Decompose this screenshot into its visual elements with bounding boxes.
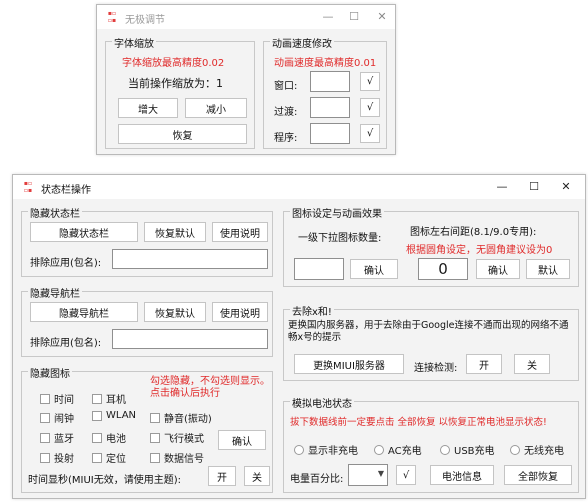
hide-icons-group: 隐藏图标 勾选隐藏，不勾选则显示。点击确认后执行 时间 耳机 闹钟 WLAN 静… (21, 365, 273, 493)
battery-percent-select[interactable]: ▼ (348, 464, 388, 486)
navbar-exclude-input[interactable] (112, 329, 268, 349)
detect-on-button[interactable]: 开 (466, 354, 502, 374)
checkbox-data-signal[interactable]: 数据信号 (150, 450, 204, 465)
close-button[interactable]: ✕ (365, 5, 399, 29)
group-label: 隐藏导航栏 (28, 285, 82, 300)
icon-spacing-confirm-button[interactable]: 确认 (476, 259, 520, 279)
icon-spacing-default-button[interactable]: 默认 (526, 259, 570, 279)
increase-button[interactable]: 增大 (118, 98, 178, 118)
group-label: 动画速度修改 (270, 35, 334, 50)
icon-spacing-input[interactable]: 0 (418, 258, 468, 280)
group-label: 隐藏图标 (28, 365, 72, 380)
statusbar-exclude-input[interactable] (112, 249, 268, 269)
hide-icons-confirm-button[interactable]: 确认 (218, 430, 266, 450)
battery-info-button[interactable]: 电池信息 (430, 465, 494, 485)
navbar-exclude-label: 排除应用(包名): (30, 338, 102, 349)
detect-off-button[interactable]: 关 (514, 354, 550, 374)
maximize-button[interactable]: ☐ (517, 175, 551, 199)
hide-statusbar-button[interactable]: 隐藏状态栏 (30, 222, 138, 242)
battery-percent-confirm-button[interactable]: √ (396, 465, 416, 485)
chevron-down-icon: ▼ (377, 469, 384, 478)
hide-statusbar-group: 隐藏状态栏 隐藏状态栏 恢复默认 使用说明 排除应用(包名): (21, 205, 273, 277)
checkbox-bluetooth[interactable]: 蓝牙 (40, 430, 74, 445)
transition-anim-label: 过渡: (274, 107, 298, 118)
title-bar[interactable]: ▪▫ ▫▪ 状态栏操作 — ☐ ✕ (13, 175, 585, 199)
radio-ac-charging[interactable]: AC充电 (374, 442, 422, 457)
seconds-off-button[interactable]: 关 (244, 466, 270, 486)
program-anim-confirm-button[interactable]: √ (360, 124, 380, 143)
navbar-restore-default-button[interactable]: 恢复默认 (144, 302, 206, 322)
window-anim-input[interactable] (310, 71, 350, 92)
checkbox-alarm[interactable]: 闹钟 (40, 410, 74, 425)
dropdown-icon-count-input[interactable] (294, 258, 344, 280)
radio-not-charging[interactable]: 显示非充电 (294, 442, 358, 457)
radio-wireless-charging[interactable]: 无线充电 (510, 442, 564, 457)
transition-anim-input[interactable] (310, 97, 350, 118)
window-anim-label: 窗口: (274, 81, 298, 92)
hide-navbar-button[interactable]: 隐藏导航栏 (30, 302, 138, 322)
remove-x-description: 更换国内服务器，用于去除由于Google连接不通而出现的网络不通畅x号的提示 (288, 320, 569, 343)
program-anim-label: 程序: (274, 133, 298, 144)
battery-note: 拔下数据线前一定要点击 全部恢复 以恢复正常电池显示状态! (290, 417, 547, 428)
window-statusbar-ops: ▪▫ ▫▪ 状态栏操作 — ☐ ✕ 隐藏状态栏 隐藏状态栏 恢复默认 使用说明 排… (12, 174, 586, 499)
window-anim-confirm-button[interactable]: √ (360, 72, 380, 91)
simulate-battery-group: 模拟电池状态 拔下数据线前一定要点击 全部恢复 以恢复正常电池显示状态! 显示非… (283, 395, 579, 493)
remove-x-group: 去除x和! 更换国内服务器，用于去除由于Google连接不通而出现的网络不通畅x… (283, 303, 579, 381)
font-scale-group: 字体缩放 字体缩放最高精度0.02 当前操作缩放为：1 增大 减小 恢复 (105, 35, 255, 149)
hide-icons-note: 勾选隐藏，不勾选则显示。点击确认后执行 (150, 376, 270, 399)
restore-button[interactable]: 恢复 (118, 124, 247, 144)
minimize-button[interactable]: — (485, 175, 519, 199)
statusbar-help-button[interactable]: 使用说明 (212, 222, 268, 242)
group-label: 去除x和! (290, 303, 334, 318)
current-scale-text: 当前操作缩放为：1 (128, 77, 223, 90)
title-bar[interactable]: ▪▫ ▫▪ 无极调节 — ☐ ✕ (97, 5, 395, 29)
group-label: 字体缩放 (112, 35, 156, 50)
font-precision-note: 字体缩放最高精度0.02 (122, 58, 225, 69)
icon-spacing-note: 根据圆角设定，无圆角建议设为0 (406, 245, 553, 256)
battery-percent-label: 电量百分比: (290, 474, 344, 485)
app-logo-icon: ▪▫ ▫▪ (107, 10, 117, 24)
hide-navbar-group: 隐藏导航栏 隐藏导航栏 恢复默认 使用说明 排除应用(包名): (21, 285, 273, 357)
checkbox-location[interactable]: 定位 (92, 450, 126, 465)
window-title: 无极调节 (125, 15, 165, 26)
group-label: 模拟电池状态 (290, 395, 354, 410)
checkbox-mute[interactable]: 静音(振动) (150, 410, 212, 425)
program-anim-input[interactable] (310, 123, 350, 144)
checkbox-time[interactable]: 时间 (40, 391, 74, 406)
app-logo-icon: ▪▫ ▫▪ (23, 180, 33, 194)
battery-restore-all-button[interactable]: 全部恢复 (504, 465, 572, 485)
transition-anim-confirm-button[interactable]: √ (360, 98, 380, 117)
statusbar-restore-default-button[interactable]: 恢复默认 (144, 222, 206, 242)
seconds-on-button[interactable]: 开 (208, 466, 236, 486)
checkbox-airplane[interactable]: 飞行模式 (150, 430, 204, 445)
checkbox-headset[interactable]: 耳机 (92, 391, 126, 406)
anim-precision-note: 动画速度最高精度0.01 (274, 58, 377, 69)
checkbox-cast[interactable]: 投射 (40, 450, 74, 465)
icon-animation-group: 图标设定与动画效果 一级下拉图标数量: 确认 图标左右间距(8.1/9.0专用)… (283, 205, 579, 287)
replace-miui-server-button[interactable]: 更换MIUI服务器 (294, 354, 404, 374)
dropdown-icon-count-label: 一级下拉图标数量: (298, 233, 382, 244)
connection-detect-label: 连接检测: (414, 363, 458, 374)
icon-spacing-label: 图标左右间距(8.1/9.0专用): (410, 227, 537, 238)
window-stepless-adjust: ▪▫ ▫▪ 无极调节 — ☐ ✕ 字体缩放 字体缩放最高精度0.02 当前操作缩放… (96, 4, 396, 155)
seconds-display-label: 时间显秒(MIUI无效，请使用主题): (28, 475, 182, 486)
checkbox-wlan[interactable]: WLAN (92, 410, 136, 421)
group-label: 图标设定与动画效果 (290, 205, 384, 220)
statusbar-exclude-label: 排除应用(包名): (30, 258, 102, 269)
radio-usb-charging[interactable]: USB充电 (440, 442, 495, 457)
dropdown-icon-count-confirm-button[interactable]: 确认 (350, 259, 398, 279)
decrease-button[interactable]: 减小 (185, 98, 247, 118)
animation-speed-group: 动画速度修改 动画速度最高精度0.01 窗口: √ 过渡: √ 程序: √ (263, 35, 387, 149)
window-title: 状态栏操作 (41, 185, 91, 196)
close-button[interactable]: ✕ (549, 175, 583, 199)
group-label: 隐藏状态栏 (28, 205, 82, 220)
checkbox-battery[interactable]: 电池 (92, 430, 126, 445)
navbar-help-button[interactable]: 使用说明 (212, 302, 268, 322)
